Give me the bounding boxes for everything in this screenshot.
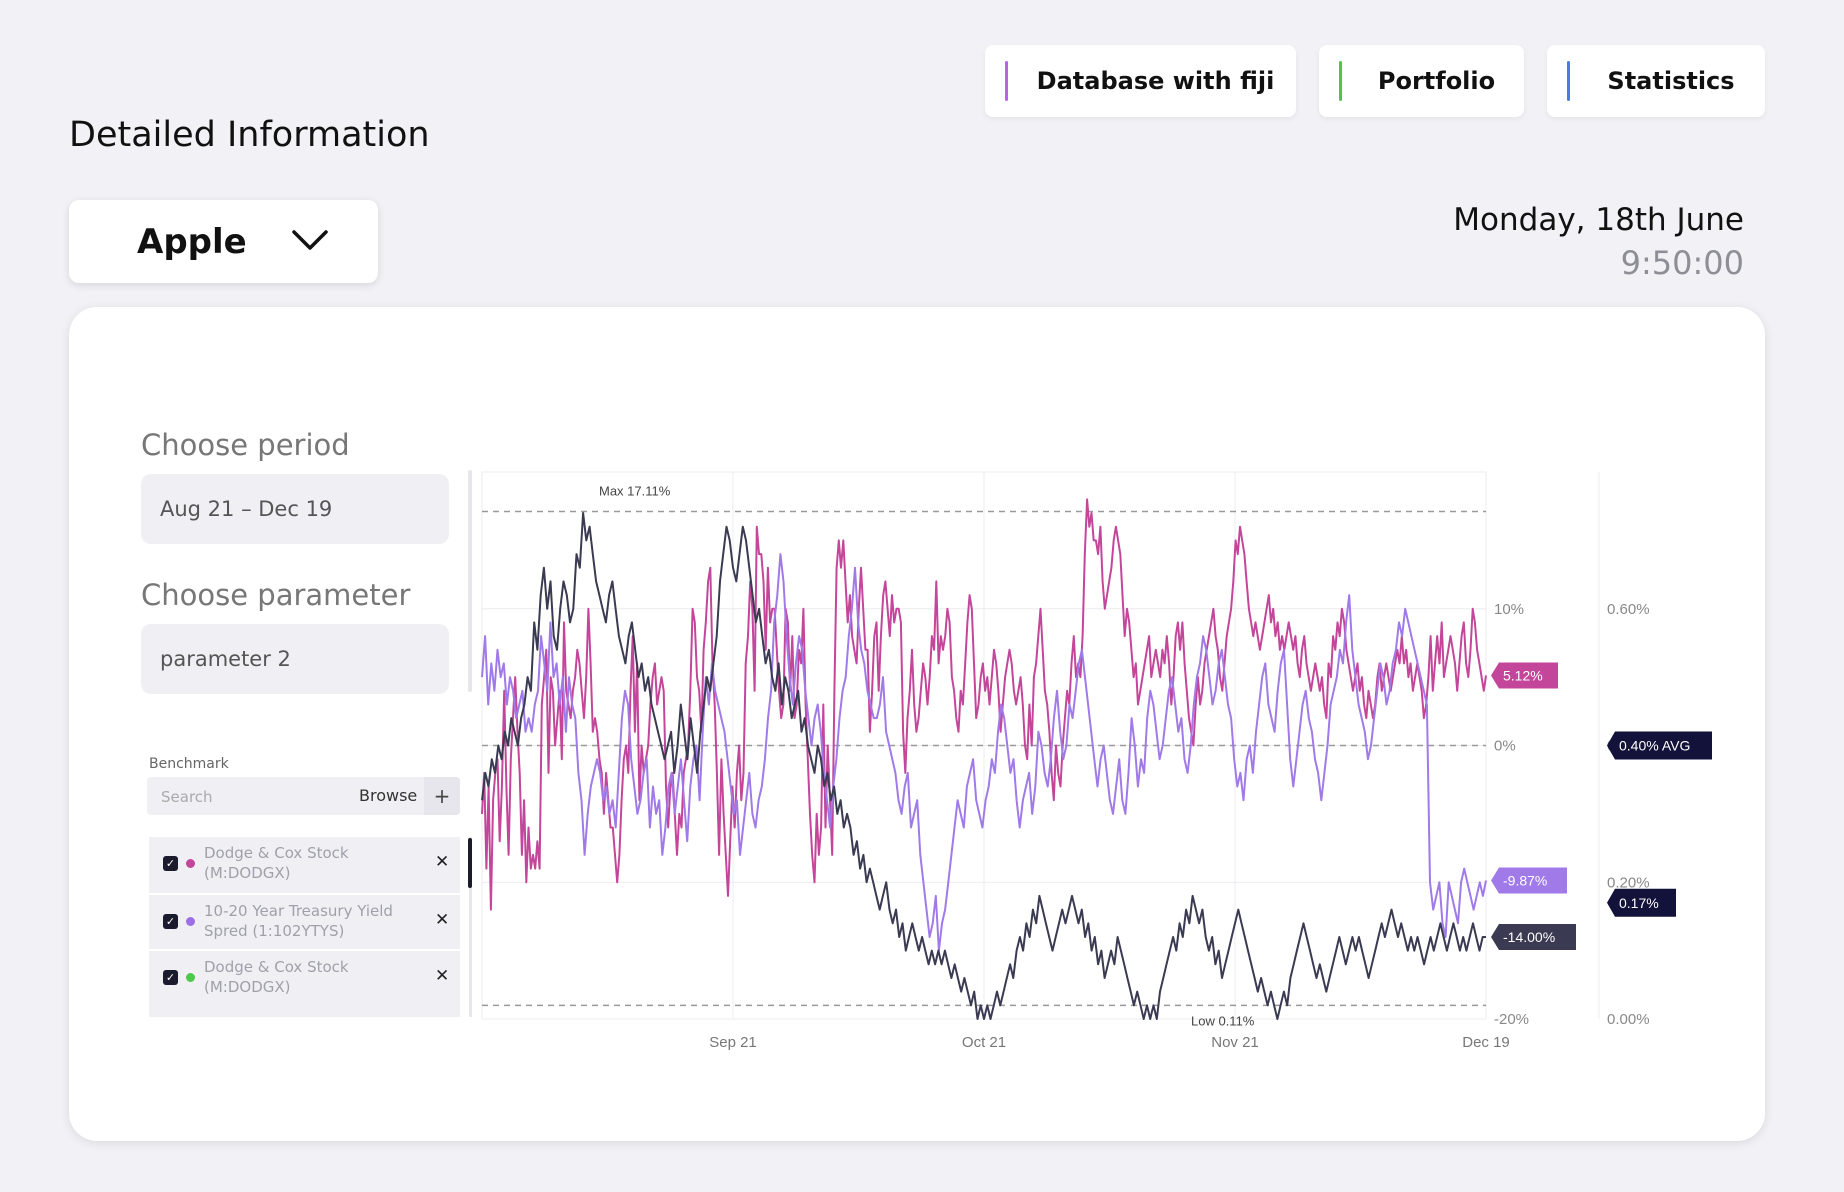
right-badge-label: 0.17% bbox=[1619, 895, 1659, 911]
line-chart: Sep 21Oct 21Nov 21Dec 1910%0%-10%-20%0.6… bbox=[481, 471, 1712, 1051]
x-tick-label: Nov 21 bbox=[1211, 1034, 1259, 1051]
time-label: 9:50:00 bbox=[1620, 244, 1744, 282]
datetime-display: Monday, 18th June 9:50:00 bbox=[1453, 202, 1744, 282]
y-tick-label: 0% bbox=[1494, 738, 1516, 755]
date-label: Monday, 18th June bbox=[1453, 202, 1744, 238]
max-annotation: Max 17.11% bbox=[599, 484, 671, 499]
x-tick-label: Sep 21 bbox=[709, 1034, 757, 1051]
end-value-label: -9.87% bbox=[1503, 872, 1547, 888]
x-tick-label: Oct 21 bbox=[962, 1034, 1006, 1051]
page-title: Detailed Information bbox=[69, 115, 430, 155]
y2-tick-label: 0.60% bbox=[1607, 601, 1650, 618]
nav-database-label: Database with fiji bbox=[1036, 67, 1275, 95]
chevron-down-icon bbox=[292, 230, 328, 250]
nav-portfolio-button[interactable]: Portfolio bbox=[1319, 45, 1524, 117]
accent-bar bbox=[1005, 61, 1008, 101]
company-select-value: Apple bbox=[137, 221, 247, 262]
end-value-label: 5.12% bbox=[1503, 667, 1543, 683]
y2-tick-label: 0.00% bbox=[1607, 1011, 1650, 1028]
chart-card: Choose period Aug 21 – Dec 19 Choose par… bbox=[69, 307, 1765, 1141]
nav-statistics-button[interactable]: Statistics bbox=[1547, 45, 1765, 117]
accent-bar bbox=[1567, 61, 1570, 101]
nav-statistics-label: Statistics bbox=[1607, 67, 1735, 95]
nav-database-button[interactable]: Database with fiji bbox=[985, 45, 1296, 117]
end-value-label: -14.00% bbox=[1503, 929, 1555, 945]
y2-tick-label: 0.20% bbox=[1607, 874, 1650, 891]
nav-portfolio-label: Portfolio bbox=[1377, 67, 1496, 95]
accent-bar bbox=[1339, 61, 1342, 101]
right-badge-label: 0.40% AVG bbox=[1619, 738, 1690, 754]
company-select[interactable]: Apple bbox=[69, 200, 378, 283]
y-tick-label: -20% bbox=[1494, 1011, 1529, 1028]
y-tick-label: 10% bbox=[1494, 601, 1524, 618]
low-annotation: Low 0.11% bbox=[1191, 1013, 1255, 1028]
x-tick-label: Dec 19 bbox=[1462, 1034, 1510, 1051]
